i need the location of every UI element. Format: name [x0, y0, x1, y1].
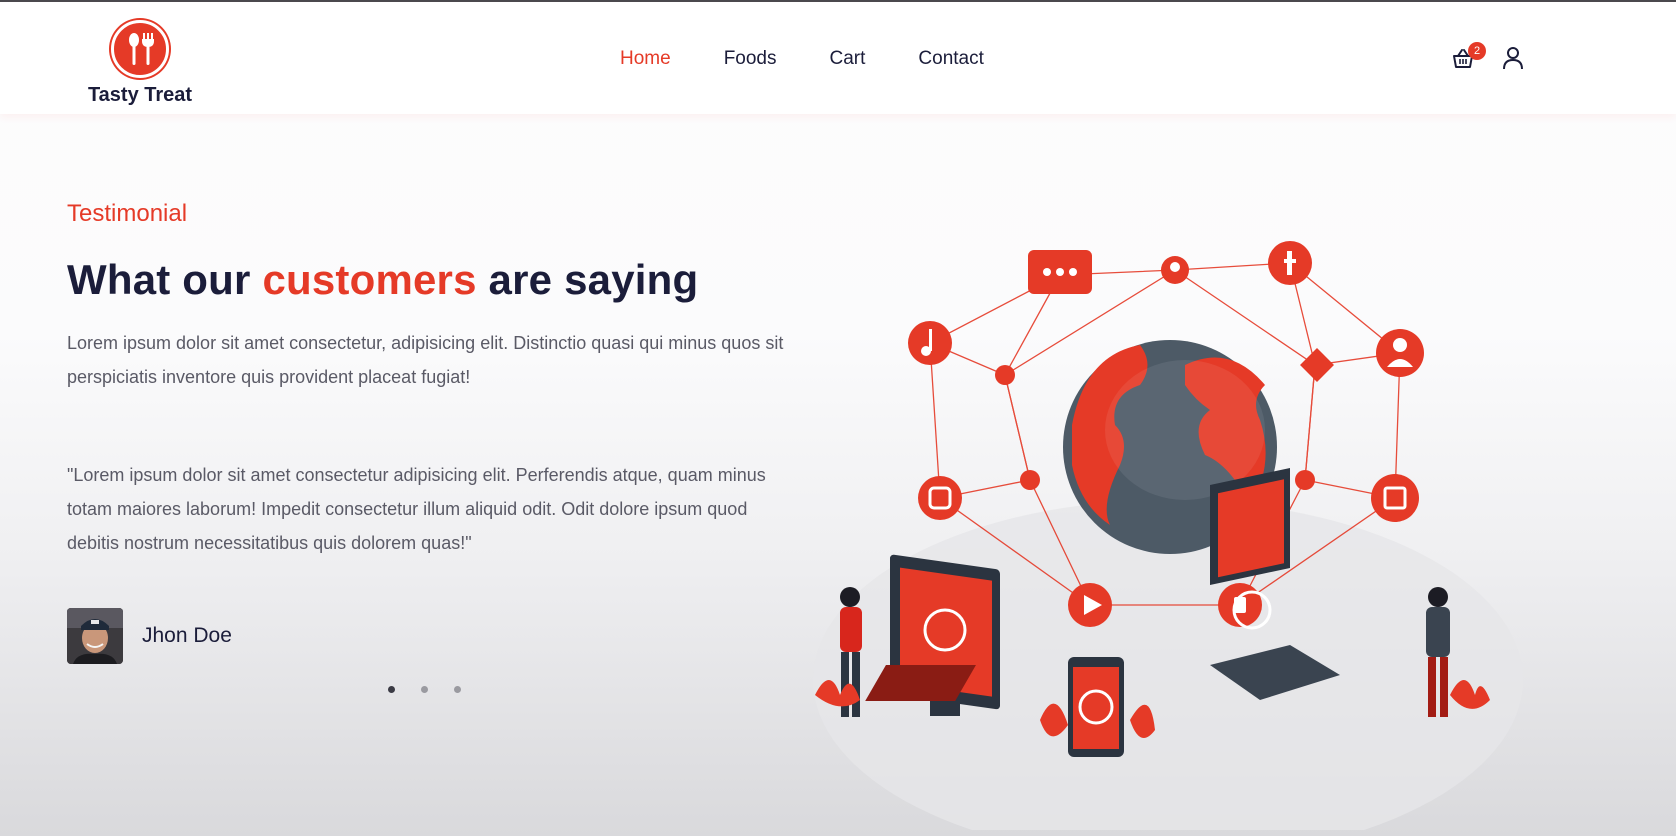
- main-nav: Home Foods Cart Contact: [620, 48, 1037, 70]
- brand-name: Tasty Treat: [87, 84, 193, 106]
- brand-logo[interactable]: Tasty Treat: [85, 20, 195, 110]
- header-actions: 2: [1452, 42, 1532, 74]
- headline-part2: are saying: [476, 256, 699, 303]
- slider-dot-3[interactable]: [454, 686, 461, 693]
- page: Tasty Treat Home Foods Cart Contact 2 Te…: [0, 0, 1676, 836]
- slider-dot-1[interactable]: [388, 686, 395, 693]
- slider-dot-2[interactable]: [421, 686, 428, 693]
- nav-home[interactable]: Home: [620, 48, 671, 70]
- headline-part1: What our: [67, 256, 263, 303]
- nav-cart[interactable]: Cart: [830, 48, 866, 70]
- site-header: Tasty Treat Home Foods Cart Contact 2: [0, 2, 1676, 114]
- author-name: Jhon Doe: [142, 624, 232, 647]
- testimonial-quote: "Lorem ipsum dolor sit amet consectetur …: [67, 465, 766, 553]
- section-headline: What our customers are saying: [67, 256, 797, 304]
- section-eyebrow: Testimonial: [67, 200, 188, 227]
- utensils-icon: [111, 20, 169, 78]
- nav-foods[interactable]: Foods: [724, 48, 777, 70]
- section-intro: Lorem ipsum dolor sit amet consectetur, …: [67, 333, 784, 387]
- basket-icon[interactable]: 2: [1452, 42, 1486, 70]
- user-icon[interactable]: [1502, 46, 1524, 70]
- cart-count-badge: 2: [1468, 42, 1486, 60]
- social-network-illustration: [810, 225, 1530, 836]
- nav-contact[interactable]: Contact: [918, 48, 983, 70]
- testimonial-author: Jhon Doe: [67, 608, 797, 664]
- avatar: [67, 608, 123, 664]
- slider-dots: [388, 686, 461, 693]
- headline-accent: customers: [262, 256, 477, 303]
- testimonial-section: Testimonial What our customers are sayin…: [67, 200, 797, 664]
